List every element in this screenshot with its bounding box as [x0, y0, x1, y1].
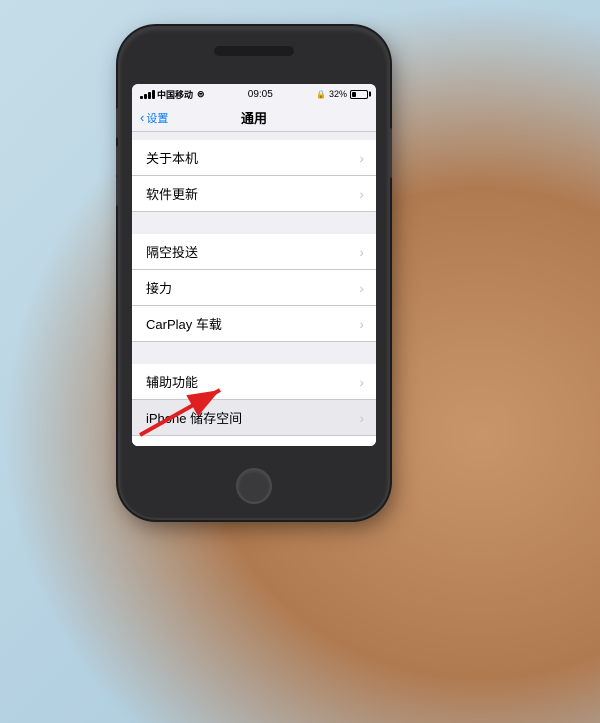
scene: 中国移动 ⊜ 09:05 🔒 32% ‹ — [0, 0, 600, 723]
section-divider — [132, 342, 376, 364]
back-label: 设置 — [146, 110, 168, 126]
list-item[interactable]: 后台应用刷新 › — [132, 436, 376, 446]
settings-content: 关于本机 › 软件更新 › 隔空投送 — [132, 132, 376, 446]
item-label-background-refresh: 后台应用刷新 — [146, 444, 224, 446]
chevron-icon: › — [359, 280, 364, 296]
home-button[interactable] — [236, 468, 272, 504]
chevron-icon: › — [359, 150, 364, 166]
status-bar: 中国移动 ⊜ 09:05 🔒 32% — [132, 84, 376, 104]
list-item[interactable]: 软件更新 › — [132, 176, 376, 212]
nav-bar: ‹ 设置 通用 — [132, 104, 376, 132]
list-item[interactable]: 辅助功能 › — [132, 364, 376, 400]
status-battery: 🔒 32% — [316, 89, 368, 99]
list-item[interactable]: 接力 › — [132, 270, 376, 306]
settings-group-3: 辅助功能 › iPhone 储存空间 › 后台应用刷新 › — [132, 342, 376, 446]
settings-group-1: 关于本机 › 软件更新 › — [132, 132, 376, 212]
section-divider — [132, 132, 376, 140]
battery-fill — [352, 92, 356, 97]
signal-icon — [140, 90, 155, 99]
item-label-accessibility: 辅助功能 — [146, 372, 198, 391]
chevron-icon: › — [359, 316, 364, 332]
list-item-storage[interactable]: iPhone 储存空间 › — [132, 400, 376, 436]
chevron-icon: › — [359, 186, 364, 202]
item-label-airdrop: 隔空投送 — [146, 242, 198, 261]
item-label-handoff: 接力 — [146, 278, 172, 297]
chevron-icon: › — [359, 446, 364, 447]
carrier-label: 中国移动 — [157, 88, 193, 101]
chevron-icon: › — [359, 244, 364, 260]
wifi-icon: ⊜ — [197, 89, 205, 100]
item-label-software-update: 软件更新 — [146, 184, 198, 203]
nav-back-button[interactable]: ‹ 设置 — [140, 110, 168, 126]
battery-percent: 32% — [329, 89, 347, 99]
list-item[interactable]: 隔空投送 › — [132, 234, 376, 270]
item-label-carplay: CarPlay 车载 — [146, 314, 222, 333]
phone-shell: 中国移动 ⊜ 09:05 🔒 32% ‹ — [120, 28, 388, 518]
settings-scroll-area[interactable]: 关于本机 › 软件更新 › 隔空投送 — [132, 132, 376, 446]
status-time: 09:05 — [248, 89, 273, 100]
section-divider — [132, 212, 376, 234]
item-label-about: 关于本机 — [146, 148, 198, 167]
speaker-notch — [214, 46, 294, 56]
lock-icon: 🔒 — [316, 90, 326, 99]
status-carrier-wifi: 中国移动 ⊜ — [140, 88, 205, 101]
settings-group-2: 隔空投送 › 接力 › CarPlay 车载 › — [132, 212, 376, 342]
list-item[interactable]: 关于本机 › — [132, 140, 376, 176]
battery-icon — [350, 90, 368, 99]
item-label-storage: iPhone 储存空间 — [146, 408, 242, 427]
chevron-icon: › — [359, 374, 364, 390]
chevron-icon: › — [359, 410, 364, 426]
list-item[interactable]: CarPlay 车载 › — [132, 306, 376, 342]
back-chevron-icon: ‹ — [140, 110, 144, 125]
nav-title: 通用 — [241, 108, 267, 127]
phone-screen: 中国移动 ⊜ 09:05 🔒 32% ‹ — [132, 84, 376, 446]
